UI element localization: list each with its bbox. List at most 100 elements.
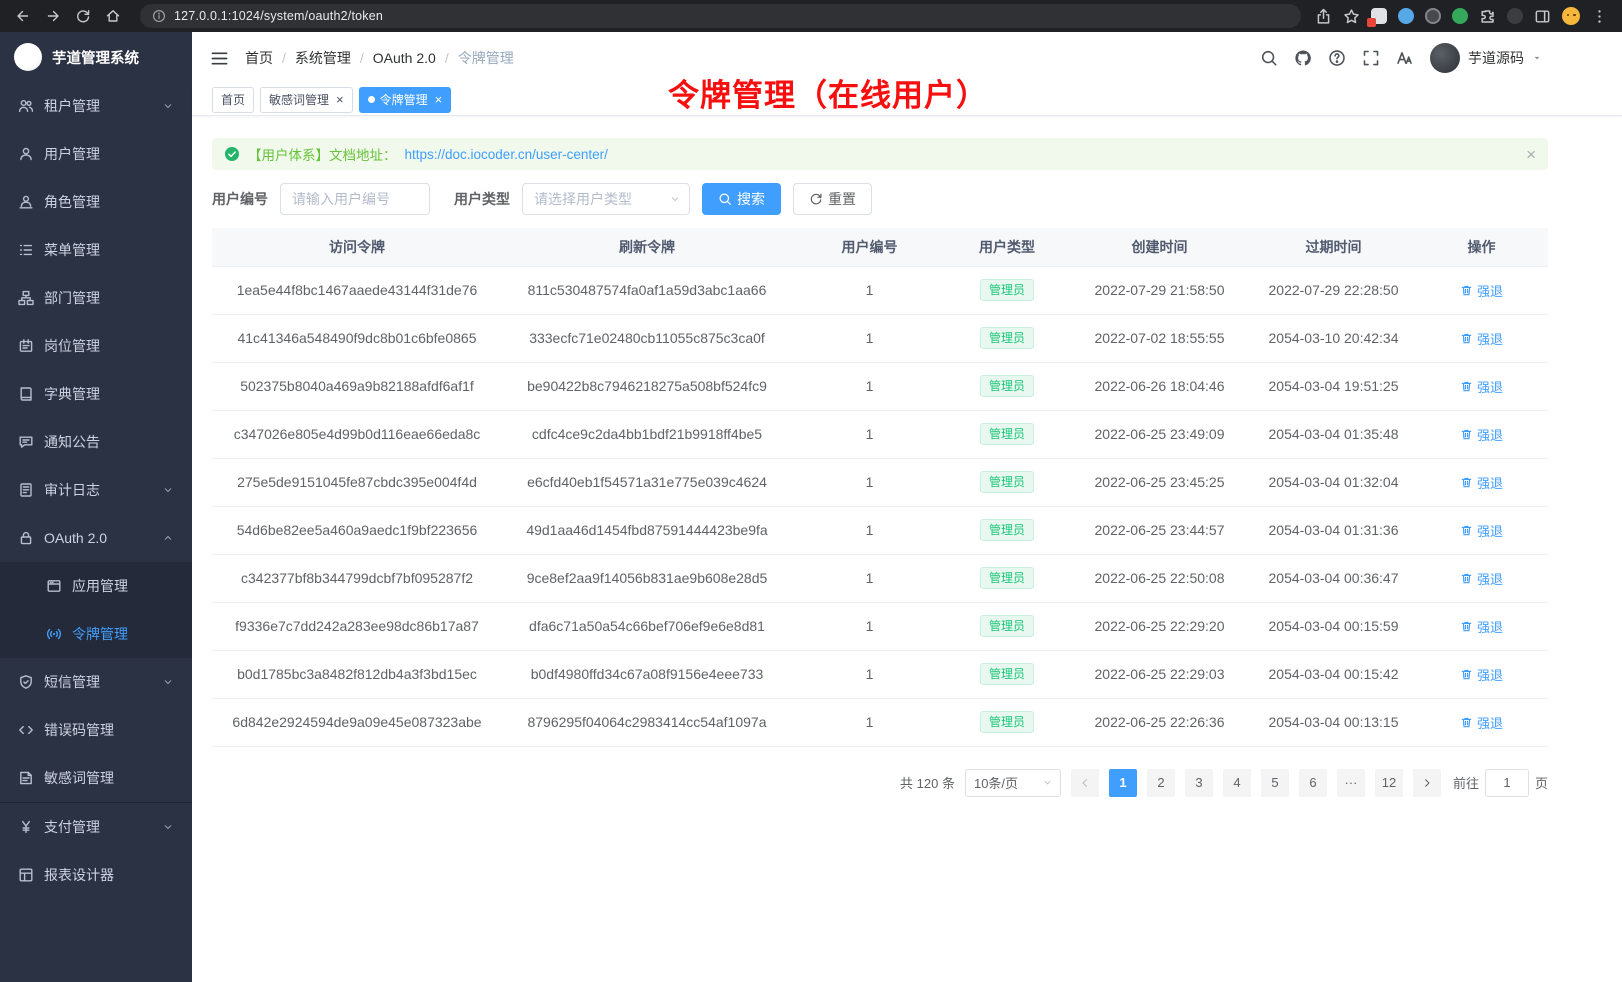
delete-icon	[1460, 476, 1473, 489]
browser-profile-avatar[interactable]	[1562, 7, 1580, 25]
sidebar-item-report[interactable]: 报表设计器	[0, 851, 192, 899]
browser-home-button[interactable]	[100, 3, 126, 29]
side-panel-icon[interactable]	[1534, 8, 1551, 25]
cell-expires-at: 2054-03-04 01:35:48	[1252, 410, 1415, 458]
tab-close-icon[interactable]: ×	[435, 93, 443, 106]
sidebar-collapse-button[interactable]	[210, 49, 229, 68]
extension-icon-3[interactable]	[1425, 8, 1441, 24]
breadcrumb-item[interactable]: OAuth 2.0	[373, 50, 436, 66]
cell-access-token: 54d6be82ee5a460a9aedc1f9bf223656	[212, 506, 502, 554]
pagination-ellipsis[interactable]: ···	[1337, 769, 1365, 797]
force-logout-button[interactable]: 强退	[1460, 665, 1503, 684]
sidebar-item-app[interactable]: 应用管理	[0, 562, 192, 610]
cell-expires-at: 2022-07-29 22:28:50	[1252, 266, 1415, 314]
sidebar-item-sensitive-word[interactable]: 敏感词管理	[0, 754, 192, 802]
token-signal-icon	[46, 626, 62, 642]
extension-icon-2[interactable]	[1398, 8, 1414, 24]
tab-close-icon[interactable]: ×	[336, 93, 344, 106]
extension-icon-5[interactable]	[1507, 8, 1523, 24]
force-logout-button[interactable]: 强退	[1460, 521, 1503, 540]
force-logout-button[interactable]: 强退	[1460, 569, 1503, 588]
cell-user-type: 管理员	[947, 506, 1067, 554]
page-size-select[interactable]: 10条/页	[965, 769, 1061, 797]
browser-forward-button[interactable]	[40, 3, 66, 29]
fullscreen-icon[interactable]	[1362, 49, 1380, 67]
pagination-page-4[interactable]: 4	[1223, 769, 1251, 797]
sidebar-item-notice[interactable]: 通知公告	[0, 418, 192, 466]
sidebar-item-errcode[interactable]: 错误码管理	[0, 706, 192, 754]
doc-link[interactable]: https://doc.iocoder.cn/user-center/	[405, 147, 608, 162]
breadcrumb-item[interactable]: 首页	[245, 48, 273, 68]
sidebar-item-token[interactable]: 令牌管理	[0, 610, 192, 658]
user-id-input[interactable]	[280, 183, 430, 215]
browser-reload-button[interactable]	[70, 3, 96, 29]
share-icon[interactable]	[1315, 8, 1332, 25]
sidebar-item-role[interactable]: 角色管理	[0, 178, 192, 226]
force-logout-button[interactable]: 强退	[1460, 329, 1503, 348]
extension-icon-4[interactable]	[1452, 8, 1468, 24]
pagination-page-5[interactable]: 5	[1261, 769, 1289, 797]
sidebar-item-user[interactable]: 用户管理	[0, 130, 192, 178]
browser-menu-kebab-icon[interactable]	[1591, 8, 1608, 25]
tab-home[interactable]: 首页	[212, 87, 254, 113]
header-actions: 芋道源码	[1260, 43, 1542, 73]
force-logout-label: 强退	[1477, 569, 1503, 588]
sidebar-item-post[interactable]: 岗位管理	[0, 322, 192, 370]
tab-sensitive-word[interactable]: 敏感词管理×	[260, 87, 353, 113]
sidebar-item-audit-log[interactable]: 审计日志	[0, 466, 192, 514]
sidebar-item-tenant[interactable]: 租户管理	[0, 82, 192, 130]
force-logout-button[interactable]: 强退	[1460, 617, 1503, 636]
sidebar-item-menu[interactable]: 菜单管理	[0, 226, 192, 274]
sidebar-item-pay[interactable]: 支付管理	[0, 803, 192, 851]
pagination-page-3[interactable]: 3	[1185, 769, 1213, 797]
sidebar-item-label: 租户管理	[44, 96, 162, 116]
help-icon[interactable]	[1328, 49, 1346, 67]
user-type-select[interactable]: 请选择用户类型	[522, 183, 690, 215]
pagination-page-6[interactable]: 6	[1299, 769, 1327, 797]
force-logout-button[interactable]: 强退	[1460, 377, 1503, 396]
browser-back-button[interactable]	[10, 3, 36, 29]
extensions-puzzle-icon[interactable]	[1479, 8, 1496, 25]
chevron-down-icon	[162, 676, 174, 688]
reset-button[interactable]: 重置	[793, 183, 872, 215]
cell-access-token: 41c41346a548490f9dc8b01c6bfe0865	[212, 314, 502, 362]
goto-page-input[interactable]	[1485, 769, 1529, 797]
sidebar-item-oauth2[interactable]: OAuth 2.0	[0, 514, 192, 562]
cell-user-id: 1	[792, 458, 947, 506]
header-search-icon[interactable]	[1260, 49, 1278, 67]
user-type-badge: 管理员	[980, 279, 1034, 301]
breadcrumb-item: 令牌管理	[458, 48, 514, 68]
breadcrumb-item[interactable]: 系统管理	[295, 48, 351, 68]
cell-user-type: 管理员	[947, 554, 1067, 602]
app-logo[interactable]: 芋道管理系统	[0, 32, 192, 82]
force-logout-button[interactable]: 强退	[1460, 473, 1503, 492]
alert-close-icon[interactable]: ×	[1526, 146, 1536, 163]
sidebar-item-dict[interactable]: 字典管理	[0, 370, 192, 418]
token-table: 访问令牌刷新令牌用户编号用户类型创建时间过期时间操作 1ea5e44f8bc14…	[212, 228, 1548, 747]
user-menu[interactable]: 芋道源码	[1430, 43, 1542, 73]
cell-access-token: 502375b8040a469a9b82188afdf6af1f	[212, 362, 502, 410]
sidebar-item-sms[interactable]: 短信管理	[0, 658, 192, 706]
pagination-page-2[interactable]: 2	[1147, 769, 1175, 797]
success-check-icon	[224, 146, 240, 162]
tab-token[interactable]: 令牌管理×	[359, 87, 452, 113]
force-logout-button[interactable]: 强退	[1460, 281, 1503, 300]
extension-badge	[1367, 18, 1376, 27]
site-info-icon[interactable]	[152, 9, 166, 23]
font-size-icon[interactable]	[1396, 49, 1414, 67]
doc-alert: 【用户体系】文档地址： https://doc.iocoder.cn/user-…	[212, 138, 1548, 170]
bookmark-star-icon[interactable]	[1343, 8, 1360, 25]
pagination-page-1[interactable]: 1	[1109, 769, 1137, 797]
search-button[interactable]: 搜索	[702, 183, 781, 215]
extension-icon-1[interactable]	[1371, 8, 1387, 24]
pagination-prev-button[interactable]	[1071, 769, 1099, 797]
pagination-next-button[interactable]	[1413, 769, 1441, 797]
force-logout-button[interactable]: 强退	[1460, 713, 1503, 732]
pagination-page-12[interactable]: 12	[1375, 769, 1403, 797]
force-logout-button[interactable]: 强退	[1460, 425, 1503, 444]
goto-suffix: 页	[1535, 773, 1548, 792]
table-row: 502375b8040a469a9b82188afdf6af1fbe90422b…	[212, 362, 1548, 410]
sidebar-item-dept[interactable]: 部门管理	[0, 274, 192, 322]
address-bar[interactable]: 127.0.0.1:1024/system/oauth2/token	[140, 4, 1301, 28]
github-icon[interactable]	[1294, 49, 1312, 67]
